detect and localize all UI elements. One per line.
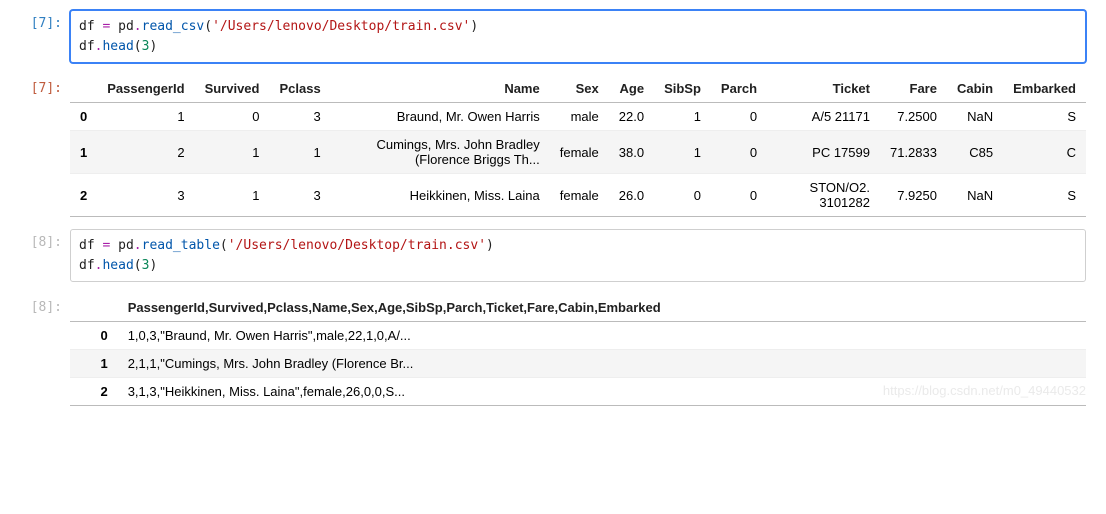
row-index: 0 (70, 103, 97, 131)
cell-value: 7.9250 (880, 174, 947, 217)
table-row: 2313Heikkinen, Miss. Lainafemale26.000ST… (70, 174, 1086, 217)
cell-value: 2,1,1,"Cumings, Mrs. John Bradley (Flore… (118, 350, 1086, 378)
column-header: SibSp (654, 75, 711, 103)
cell-value: STON/O2. 3101282 (767, 174, 880, 217)
cell-value: 1,0,3,"Braund, Mr. Owen Harris",male,22,… (118, 322, 1086, 350)
column-header: Age (609, 75, 654, 103)
cell-value: Braund, Mr. Owen Harris (331, 103, 550, 131)
cell-value: S (1003, 103, 1086, 131)
row-index: 2 (70, 174, 97, 217)
cell-value: female (550, 174, 609, 217)
column-header: Embarked (1003, 75, 1086, 103)
cell-value: 22.0 (609, 103, 654, 131)
cell-value: 38.0 (609, 131, 654, 174)
column-header: PassengerId,Survived,Pclass,Name,Sex,Age… (118, 294, 1086, 322)
cell-value: 1 (269, 131, 330, 174)
cell-value: 1 (654, 131, 711, 174)
column-header: PassengerId (97, 75, 194, 103)
cell-value: 3 (269, 174, 330, 217)
column-header: Pclass (269, 75, 330, 103)
output-prompt: [7]: (20, 75, 70, 217)
cell-value: 0 (711, 174, 767, 217)
output-dataframe: PassengerIdSurvivedPclassNameSexAgeSibSp… (70, 75, 1086, 217)
column-header: Cabin (947, 75, 1003, 103)
cell-value: 2 (97, 131, 194, 174)
cell-value: Cumings, Mrs. John Bradley (Florence Bri… (331, 131, 550, 174)
cell-value: NaN (947, 174, 1003, 217)
cell-value: 1 (195, 174, 270, 217)
cell-value: 3 (97, 174, 194, 217)
cell-value: C (1003, 131, 1086, 174)
table-row: 23,1,3,"Heikkinen, Miss. Laina",female,2… (70, 378, 1086, 406)
cell-value: S (1003, 174, 1086, 217)
code-cell[interactable]: df = pd.read_csv('/Users/lenovo/Desktop/… (70, 10, 1086, 63)
table-row: 0103Braund, Mr. Owen Harrismale22.010A/5… (70, 103, 1086, 131)
cell-value: 3,1,3,"Heikkinen, Miss. Laina",female,26… (118, 378, 1086, 406)
cell-value: male (550, 103, 609, 131)
cell-value: 1 (97, 103, 194, 131)
cell-value: 0 (711, 131, 767, 174)
column-header (70, 294, 118, 322)
cell-value: 3 (269, 103, 330, 131)
column-header: Ticket (767, 75, 880, 103)
output-dataframe: PassengerId,Survived,Pclass,Name,Sex,Age… (70, 294, 1086, 406)
column-header: Name (331, 75, 550, 103)
cell-value: 0 (711, 103, 767, 131)
output-prompt: [8]: (20, 294, 70, 406)
cell-value: C85 (947, 131, 1003, 174)
row-index: 1 (70, 131, 97, 174)
cell-value: PC 17599 (767, 131, 880, 174)
table-row: 1211Cumings, Mrs. John Bradley (Florence… (70, 131, 1086, 174)
input-prompt: [8]: (20, 229, 70, 282)
cell-value: NaN (947, 103, 1003, 131)
cell-value: 26.0 (609, 174, 654, 217)
column-header: Sex (550, 75, 609, 103)
cell-value: 0 (654, 174, 711, 217)
row-index: 2 (70, 378, 118, 406)
cell-value: 7.2500 (880, 103, 947, 131)
column-header: Fare (880, 75, 947, 103)
cell-value: 1 (195, 131, 270, 174)
cell-value: 0 (195, 103, 270, 131)
table-row: 01,0,3,"Braund, Mr. Owen Harris",male,22… (70, 322, 1086, 350)
cell-value: A/5 21171 (767, 103, 880, 131)
code-cell[interactable]: df = pd.read_table('/Users/lenovo/Deskto… (70, 229, 1086, 282)
cell-value: Heikkinen, Miss. Laina (331, 174, 550, 217)
table-row: 12,1,1,"Cumings, Mrs. John Bradley (Flor… (70, 350, 1086, 378)
input-prompt: [7]: (20, 10, 70, 63)
column-header: Parch (711, 75, 767, 103)
column-header: Survived (195, 75, 270, 103)
row-index: 0 (70, 322, 118, 350)
cell-value: 71.2833 (880, 131, 947, 174)
row-index: 1 (70, 350, 118, 378)
cell-value: female (550, 131, 609, 174)
cell-value: 1 (654, 103, 711, 131)
column-header (70, 75, 97, 103)
